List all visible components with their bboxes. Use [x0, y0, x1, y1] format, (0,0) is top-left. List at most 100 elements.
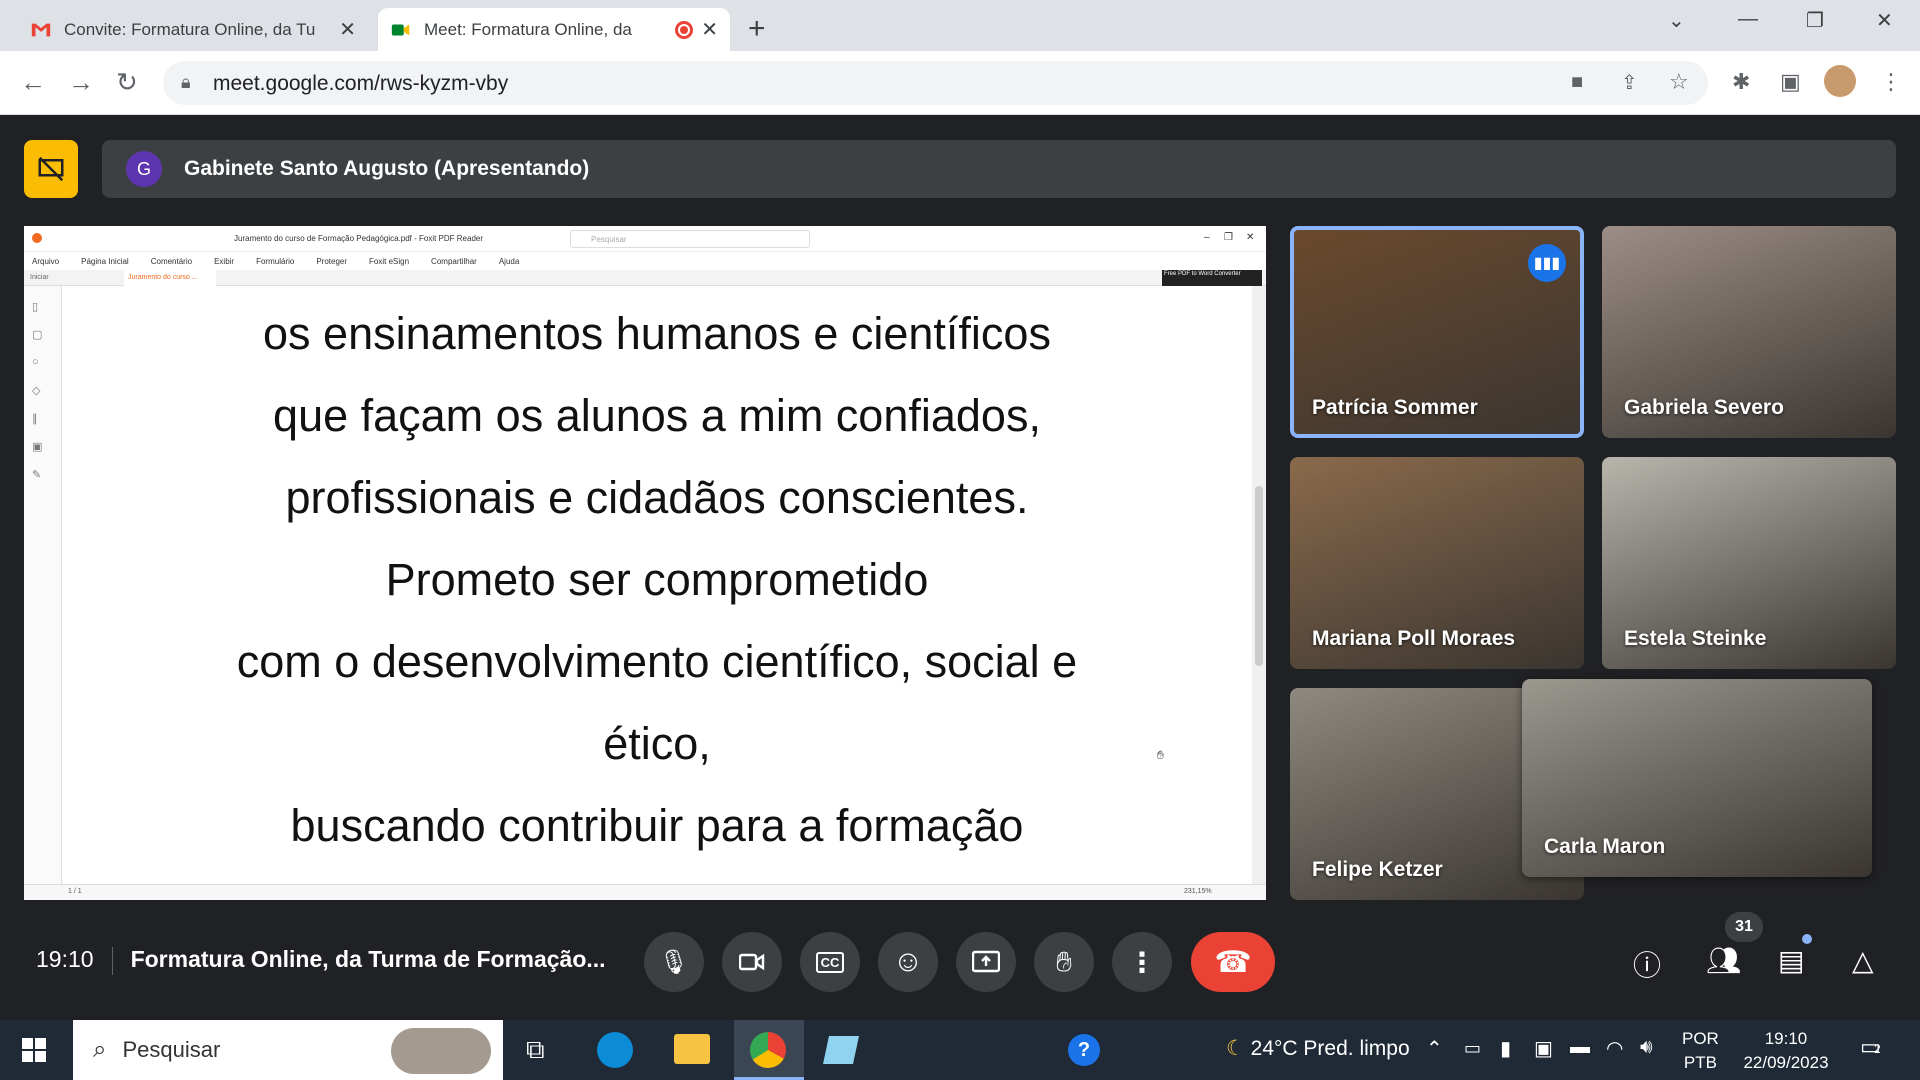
- menu-icon[interactable]: ⋮: [1880, 69, 1902, 95]
- participant-tile[interactable]: Estela Steinke: [1602, 457, 1896, 669]
- pdf-app-title: Juramento do curso de Formação Pedagógic…: [234, 234, 484, 243]
- restore-icon[interactable]: ❐: [1806, 8, 1824, 33]
- participant-tile[interactable]: Mariana Poll Moraes: [1290, 457, 1584, 669]
- people-icon[interactable]: 👥︎: [1706, 944, 1742, 977]
- task-view-icon[interactable]: ⧉: [526, 1034, 545, 1066]
- pdf-search-input[interactable]: Pesquisar: [570, 230, 810, 248]
- taskbar-search-input[interactable]: ⌕ Pesquisar: [73, 1020, 503, 1080]
- emoji-icon: ☺: [892, 945, 924, 978]
- camera-icon: [739, 953, 765, 971]
- clock-time: 19:10: [1764, 1029, 1808, 1048]
- microphone-icon[interactable]: ▮: [1500, 1036, 1511, 1061]
- close-icon[interactable]: ✕: [1246, 232, 1254, 243]
- help-icon[interactable]: ?: [1068, 1034, 1100, 1066]
- pdf-scrollbar[interactable]: [1252, 286, 1266, 884]
- pdf-menu-item[interactable]: Arquivo: [32, 257, 59, 266]
- pdf-page: os ensinamentos humanos e científicos qu…: [62, 286, 1252, 884]
- more-options-button[interactable]: ⋮: [1112, 932, 1172, 992]
- zoom-level[interactable]: 231,15%: [1184, 888, 1212, 895]
- share-icon[interactable]: ⇪: [1621, 70, 1638, 95]
- info-icon[interactable]: ⓘ: [1633, 944, 1661, 984]
- restore-icon[interactable]: ❐: [1224, 232, 1233, 243]
- camera-button[interactable]: [722, 932, 782, 992]
- minimize-icon[interactable]: —: [1738, 8, 1758, 31]
- new-tab-icon[interactable]: +: [748, 12, 766, 46]
- comment-icon[interactable]: ○: [32, 356, 39, 368]
- camera-icon[interactable]: ■: [1571, 71, 1583, 94]
- reload-icon[interactable]: ↻: [116, 67, 138, 98]
- side-panel-icon[interactable]: ▣: [1780, 69, 1801, 95]
- chrome-taskbar-button[interactable]: [734, 1020, 804, 1080]
- star-icon[interactable]: ☆: [1669, 69, 1689, 95]
- tab-meet[interactable]: Meet: Formatura Online, da ✕: [378, 8, 730, 51]
- browser-toolbar: ← → ↻ 🔒︎ meet.google.com/rws-kyzm-vby ■ …: [0, 51, 1920, 115]
- page-indicator[interactable]: 1 / 1: [68, 888, 82, 895]
- signature-icon[interactable]: ✎: [32, 468, 41, 481]
- tab-meet-title: Meet: Formatura Online, da: [424, 19, 632, 39]
- security-icon[interactable]: ▣: [32, 440, 42, 453]
- pdf-tab-document[interactable]: Juramento do curso ...: [124, 270, 216, 286]
- system-clock[interactable]: 19:10 22/09/2023: [1736, 1027, 1836, 1075]
- weather-widget[interactable]: ☾ 24°C Pred. limpo: [1226, 1036, 1410, 1061]
- pdf-menu-item[interactable]: Exibir: [214, 257, 234, 266]
- close-window-icon[interactable]: ✕: [1876, 8, 1893, 33]
- captions-button[interactable]: CC: [800, 932, 860, 992]
- pdf-menu-item[interactable]: Ajuda: [499, 257, 519, 266]
- meeting-info: 19:10 Formatura Online, da Turma de Forma…: [36, 946, 606, 975]
- activities-icon[interactable]: △: [1852, 944, 1874, 977]
- raise-hand-button[interactable]: ✋︎: [1034, 932, 1094, 992]
- chrome-icon: [750, 1032, 786, 1068]
- pdf-text-line: com o desenvolvimento científico, social…: [236, 636, 1078, 687]
- battery-icon[interactable]: ▬: [1570, 1036, 1590, 1059]
- meet-now-icon[interactable]: ▭: [1464, 1038, 1481, 1059]
- notification-count: 2: [1874, 1042, 1881, 1056]
- microphone-button[interactable]: 🎙︎: [644, 932, 704, 992]
- pdf-menu-item[interactable]: Comentário: [151, 257, 192, 266]
- participant-tile[interactable]: Gabriela Severo: [1602, 226, 1896, 438]
- input-language[interactable]: POR PTB: [1682, 1027, 1719, 1075]
- participant-tile[interactable]: Carla Maron: [1522, 679, 1872, 877]
- pdf-menu-item[interactable]: Proteger: [316, 257, 347, 266]
- meeting-title[interactable]: Formatura Online, da Turma de Formação..…: [131, 946, 606, 972]
- minimize-icon[interactable]: –: [1204, 232, 1210, 243]
- address-bar[interactable]: 🔒︎ meet.google.com/rws-kyzm-vby ■ ⇪ ☆: [163, 61, 1708, 105]
- layers-icon[interactable]: ◇: [32, 384, 40, 397]
- tab-invite[interactable]: Convite: Formatura Online, da Tu ✕: [18, 8, 368, 51]
- volume-icon[interactable]: 🔊︎: [1640, 1036, 1653, 1059]
- attachment-icon[interactable]: ∥: [32, 412, 38, 425]
- present-button[interactable]: [956, 932, 1016, 992]
- back-icon[interactable]: ←: [20, 67, 46, 98]
- wifi-icon[interactable]: ◠: [1606, 1036, 1623, 1061]
- notifications-icon[interactable]: ▭ 2: [1860, 1034, 1881, 1060]
- forward-icon[interactable]: →: [68, 67, 94, 98]
- screen-share-icon[interactable]: ▣: [1534, 1036, 1553, 1061]
- chat-unread-dot: [1802, 934, 1812, 944]
- pages-icon[interactable]: ▢: [32, 328, 42, 341]
- stop-presenting-button[interactable]: [24, 140, 78, 198]
- chat-icon[interactable]: ▤: [1778, 944, 1804, 977]
- edge-icon[interactable]: [597, 1032, 633, 1068]
- participant-tile[interactable]: ▮▮▮ Patrícia Sommer: [1290, 226, 1584, 438]
- extensions-icon[interactable]: ✱: [1732, 69, 1750, 95]
- chevron-up-icon[interactable]: ⌃: [1426, 1036, 1443, 1061]
- converter-badge[interactable]: Free PDF to Word Converter: [1162, 270, 1262, 286]
- bookmark-icon[interactable]: ▯: [32, 300, 38, 313]
- present-off-icon: [38, 156, 64, 182]
- pdf-menu-item[interactable]: Página Inicial: [81, 257, 129, 266]
- close-icon[interactable]: ✕: [339, 17, 356, 42]
- hand-icon: ✋︎: [1056, 945, 1072, 977]
- chevron-down-icon[interactable]: ⌄: [1668, 8, 1685, 33]
- pdf-menu-item[interactable]: Foxit eSign: [369, 257, 409, 266]
- pdf-tab-start[interactable]: Iniciar: [30, 274, 49, 281]
- reactions-button[interactable]: ☺: [878, 932, 938, 992]
- pdf-menu-item[interactable]: Formulário: [256, 257, 294, 266]
- app-icon[interactable]: [823, 1036, 859, 1064]
- weather-text: 24°C Pred. limpo: [1250, 1037, 1410, 1060]
- close-icon[interactable]: ✕: [701, 17, 718, 42]
- file-explorer-icon[interactable]: [674, 1034, 710, 1064]
- windows-start-icon[interactable]: [22, 1038, 46, 1062]
- speaking-indicator-icon: ▮▮▮: [1528, 244, 1566, 282]
- leave-call-button[interactable]: ☎︎: [1191, 932, 1275, 992]
- pdf-menu-item[interactable]: Compartilhar: [431, 257, 477, 266]
- avatar[interactable]: [1824, 65, 1856, 97]
